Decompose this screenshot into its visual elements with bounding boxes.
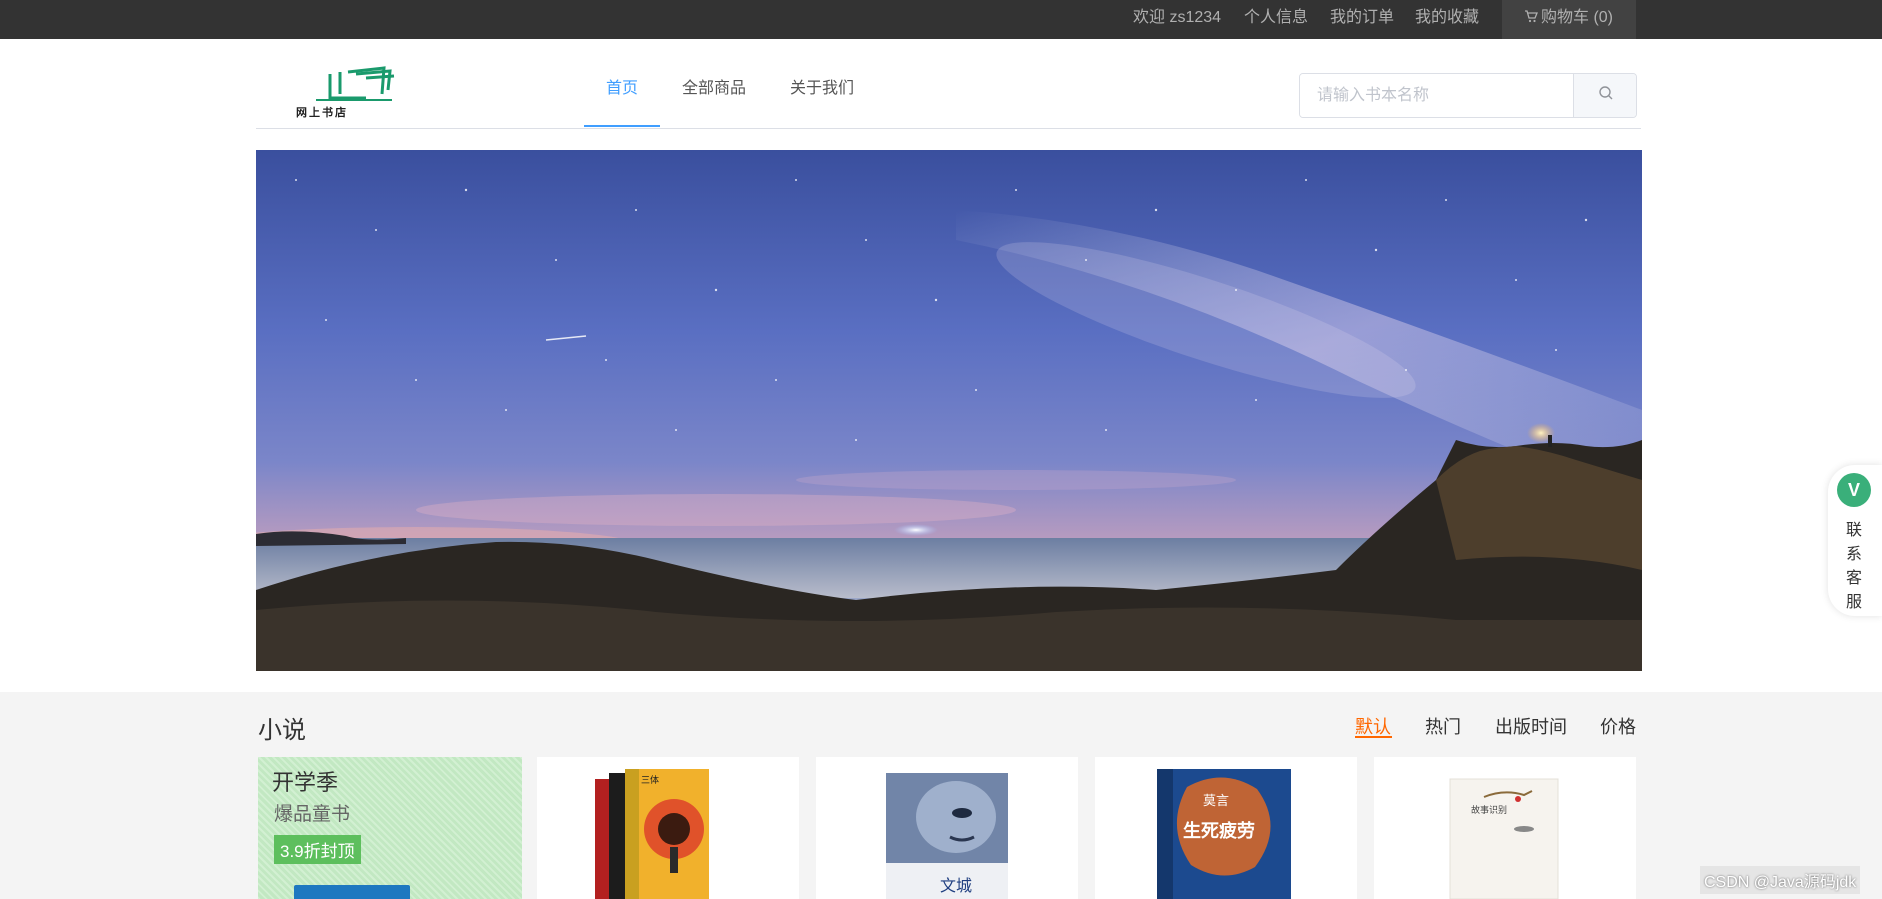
book-cover-author: 莫言 bbox=[1203, 794, 1229, 809]
header-divider bbox=[256, 128, 1641, 129]
book-card[interactable]: 莫言 生死疲劳 bbox=[1095, 757, 1357, 899]
customer-service-button[interactable]: V 联系客服 bbox=[1828, 465, 1882, 616]
search-input[interactable] bbox=[1300, 74, 1573, 117]
book-cover-image: 文城 bbox=[886, 773, 1008, 899]
logo-text: 网上书店 bbox=[296, 106, 348, 119]
book-cover-title: 三体 bbox=[641, 774, 659, 786]
top-bar: 欢迎 zs1234 个人信息 我的订单 我的收藏 购物车 (0) bbox=[0, 0, 1882, 39]
service-label: 联系客服 bbox=[1846, 522, 1863, 611]
profile-link[interactable]: 个人信息 bbox=[1244, 0, 1308, 39]
sort-popular[interactable]: 热门 bbox=[1425, 713, 1461, 739]
nav-about[interactable]: 关于我们 bbox=[790, 74, 854, 98]
promo-title: 开学季 bbox=[272, 770, 339, 795]
watermark: CSDN @Java源码jdk bbox=[1700, 866, 1861, 894]
orders-link[interactable]: 我的订单 bbox=[1330, 0, 1394, 39]
book-card[interactable]: 故事识别 bbox=[1374, 757, 1636, 899]
book-cover-title: 文城 bbox=[940, 876, 972, 895]
nav-all-products[interactable]: 全部商品 bbox=[682, 74, 746, 98]
promo-card[interactable]: 开学季 爆品童书 3.9折封顶 bbox=[258, 757, 522, 899]
nav-home[interactable]: 首页 bbox=[606, 74, 638, 98]
section-title: 小说 bbox=[258, 717, 306, 744]
search-icon bbox=[1598, 85, 1614, 106]
promo-badge: 3.9折封顶 bbox=[274, 835, 361, 864]
banner-image bbox=[256, 150, 1642, 671]
promo-book-image bbox=[294, 885, 410, 899]
book-cover-image: 三体 bbox=[595, 769, 709, 899]
book-card[interactable]: 三体 bbox=[537, 757, 799, 899]
service-v-icon: V bbox=[1837, 473, 1871, 507]
banner-carousel[interactable] bbox=[256, 150, 1642, 671]
sort-active-indicator bbox=[1355, 736, 1392, 738]
welcome-text: 欢迎 zs1234 bbox=[1133, 9, 1222, 26]
book-cover-title: 故事识别 bbox=[1471, 804, 1507, 816]
book-cover-title: 生死疲劳 bbox=[1183, 820, 1255, 842]
cart-icon bbox=[1524, 1, 1538, 36]
book-cover-image: 莫言 生死疲劳 bbox=[1157, 769, 1291, 899]
sort-price[interactable]: 价格 bbox=[1600, 713, 1636, 739]
promo-subtitle: 爆品童书 bbox=[274, 804, 351, 825]
cart-label: 购物车 (0) bbox=[1541, 9, 1614, 26]
book-card[interactable]: 文城 bbox=[816, 757, 1078, 899]
search-box bbox=[1299, 73, 1637, 118]
book-cover-image: 故事识别 bbox=[1449, 778, 1559, 899]
favorites-link[interactable]: 我的收藏 bbox=[1415, 0, 1479, 39]
search-button[interactable] bbox=[1573, 74, 1636, 117]
sort-publish-date[interactable]: 出版时间 bbox=[1495, 713, 1567, 739]
cart-link[interactable]: 购物车 (0) bbox=[1502, 0, 1636, 39]
nav-active-indicator bbox=[584, 125, 660, 127]
